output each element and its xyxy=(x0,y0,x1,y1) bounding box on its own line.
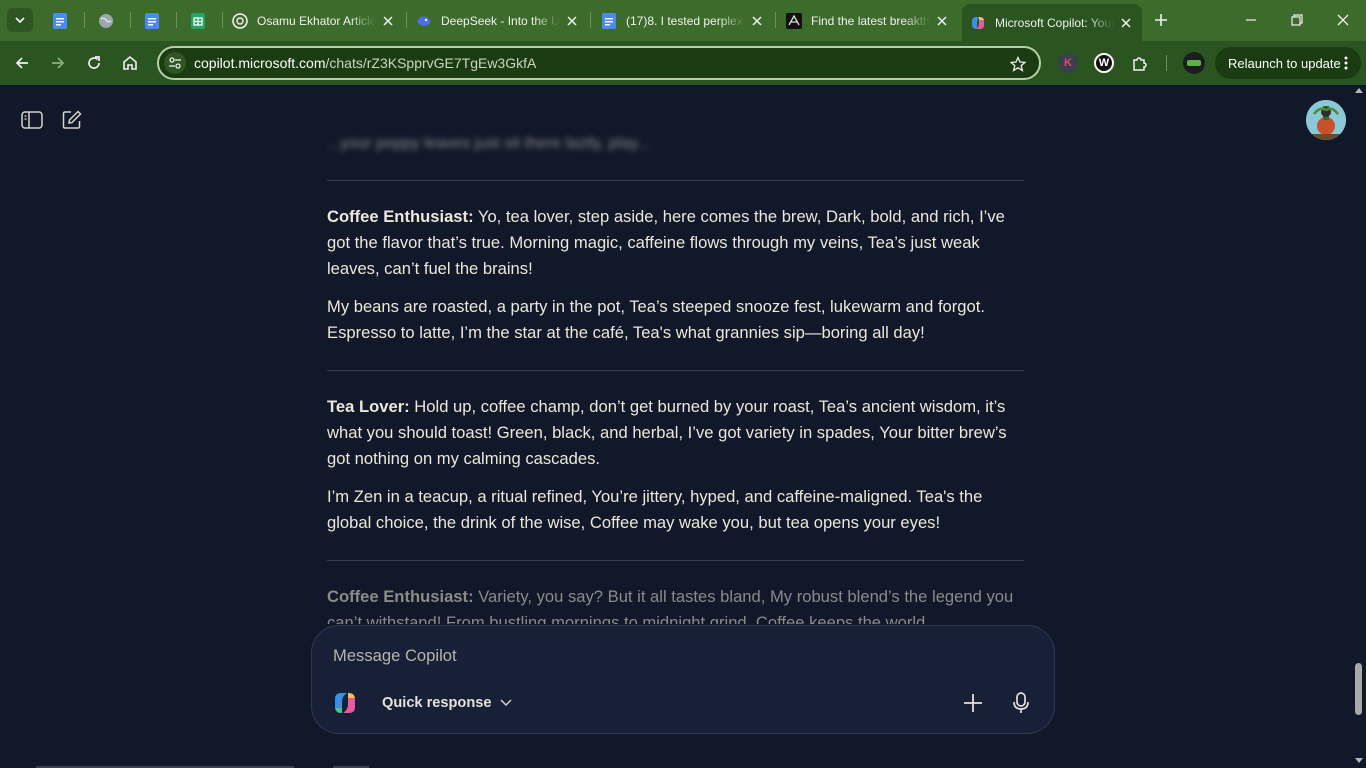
extensions-puzzle-icon[interactable] xyxy=(1130,53,1150,73)
chevron-down-icon xyxy=(15,17,25,24)
message-divider xyxy=(327,370,1024,371)
copilot-page: ...your peppy leaves just sit there lazi… xyxy=(0,85,1366,768)
sidebar-toggle-button[interactable] xyxy=(20,108,44,132)
restore-icon xyxy=(1291,14,1303,26)
tab-globe[interactable] xyxy=(90,6,130,35)
arrow-right-icon xyxy=(52,57,65,69)
plus-icon xyxy=(1155,14,1167,26)
response-mode-dropdown[interactable]: Quick response xyxy=(332,688,512,718)
tab-latest-breakthroughs[interactable]: Find the latest breakthroughs xyxy=(778,6,958,35)
chevron-down-icon xyxy=(499,697,512,709)
tab-copilot[interactable]: Microsoft Copilot: Your AI companion xyxy=(962,4,1142,41)
relaunch-label: Relaunch to update xyxy=(1228,55,1341,71)
speaker-label: Tea Lover: xyxy=(327,397,410,416)
openai-icon xyxy=(232,12,248,29)
google-sheets-icon xyxy=(190,12,206,29)
minimize-icon xyxy=(1246,19,1256,21)
copilot-icon xyxy=(970,15,986,31)
google-docs-icon xyxy=(52,12,68,29)
tab-title: Microsoft Copilot: Your AI companion xyxy=(995,15,1114,30)
microphone-button[interactable] xyxy=(1008,690,1034,716)
home-icon xyxy=(123,55,137,70)
restore-button[interactable] xyxy=(1274,0,1320,40)
message-input[interactable] xyxy=(333,644,933,668)
scroll-down-arrow-icon[interactable] xyxy=(1355,758,1363,764)
close-icon[interactable] xyxy=(749,13,765,29)
bookmark-star-icon[interactable] xyxy=(1009,55,1027,73)
tab-sheets[interactable] xyxy=(182,6,222,35)
compose-icon xyxy=(62,110,82,129)
home-button[interactable] xyxy=(116,49,144,77)
reload-button[interactable] xyxy=(80,49,108,77)
message-paragraph: I’m Zen in a teacup, a ritual refined, Y… xyxy=(327,487,983,532)
tab-osamu-article[interactable]: Osamu Ekhator Article xyxy=(224,6,404,35)
new-chat-button[interactable] xyxy=(60,108,84,132)
address-bar[interactable]: copilot.microsoft.com/chats/rZ3KSpprvGE7… xyxy=(157,46,1041,80)
arrow-left-icon xyxy=(15,57,28,69)
url-path: /chats/rZ3KSpprvGE7TgEw3GkfA xyxy=(325,55,537,71)
site-info-icon[interactable] xyxy=(164,52,186,74)
response-mode-label: Quick response xyxy=(382,695,492,711)
close-icon[interactable] xyxy=(564,13,580,29)
url-host: copilot.microsoft.com xyxy=(194,55,326,71)
site-icon xyxy=(786,12,802,29)
globe-icon xyxy=(98,13,114,29)
tab-perplexity-doc[interactable]: (17)8. I tested perplexity xyxy=(593,6,773,35)
close-icon[interactable] xyxy=(1118,15,1134,31)
extension-w-icon[interactable]: W xyxy=(1094,53,1114,73)
close-icon[interactable] xyxy=(934,13,950,29)
microphone-icon xyxy=(1013,692,1029,713)
new-tab-button[interactable] xyxy=(1150,9,1172,31)
message-paragraph: Coffee Enthusiast: Yo, tea lover, step a… xyxy=(327,204,1024,282)
minimize-button[interactable] xyxy=(1228,0,1274,40)
add-attachment-button[interactable] xyxy=(960,690,986,716)
message-paragraph: My beans are roasted, a party in the pot… xyxy=(327,297,985,342)
forward-button[interactable] xyxy=(44,49,72,77)
close-icon xyxy=(1337,14,1349,26)
extension-k-icon[interactable]: K xyxy=(1058,53,1078,73)
message-paragraph: Tea Lover: Hold up, coffee champ, don’t … xyxy=(327,394,1024,472)
tab-title: DeepSeek - Into the Unknown xyxy=(441,13,560,28)
sidebar-icon xyxy=(21,111,43,129)
message-composer: Quick response xyxy=(311,625,1055,734)
scroll-up-arrow-icon[interactable] xyxy=(1355,87,1363,93)
tab-deepseek[interactable]: DeepSeek - Into the Unknown xyxy=(408,6,588,35)
user-avatar[interactable] xyxy=(1306,100,1346,140)
message-text: Hold up, coffee champ, don’t get burned … xyxy=(327,397,1007,468)
tab-strip: Osamu Ekhator Article DeepSeek - Into th… xyxy=(0,0,1366,41)
google-docs-icon xyxy=(144,12,160,29)
close-window-button[interactable] xyxy=(1320,0,1366,40)
tab-title: Osamu Ekhator Article xyxy=(257,13,376,28)
speaker-label: Coffee Enthusiast: xyxy=(327,587,474,606)
tab-title: (17)8. I tested perplexity xyxy=(626,13,745,28)
copilot-logo-icon xyxy=(335,693,355,713)
tab-title: Find the latest breakthroughs xyxy=(811,13,930,28)
plus-icon xyxy=(964,694,982,712)
message-divider xyxy=(327,180,1024,181)
reload-icon xyxy=(88,56,100,69)
profile-avatar-icon[interactable] xyxy=(1183,52,1205,74)
close-icon[interactable] xyxy=(380,13,396,29)
message-paragraph: Coffee Enthusiast: Variety, you say? But… xyxy=(327,584,1024,624)
tab-docs-1[interactable] xyxy=(44,6,84,35)
tab-docs-2[interactable] xyxy=(136,6,176,35)
relaunch-button[interactable]: Relaunch to update xyxy=(1215,47,1361,79)
browser-toolbar: copilot.microsoft.com/chats/rZ3KSpprvGE7… xyxy=(0,41,1366,85)
back-button[interactable] xyxy=(8,49,36,77)
google-docs-icon xyxy=(601,12,617,29)
tab-search-button[interactable] xyxy=(7,8,33,32)
scrollbar-thumb[interactable] xyxy=(1355,663,1362,715)
message-divider xyxy=(327,560,1024,561)
url-text: copilot.microsoft.com/chats/rZ3KSpprvGE7… xyxy=(194,55,536,71)
faded-previous-text: ...your peppy leaves just sit there lazi… xyxy=(327,135,651,152)
speaker-label: Coffee Enthusiast: xyxy=(327,207,474,226)
deepseek-icon xyxy=(416,13,432,29)
more-menu-icon[interactable] xyxy=(1341,53,1351,73)
